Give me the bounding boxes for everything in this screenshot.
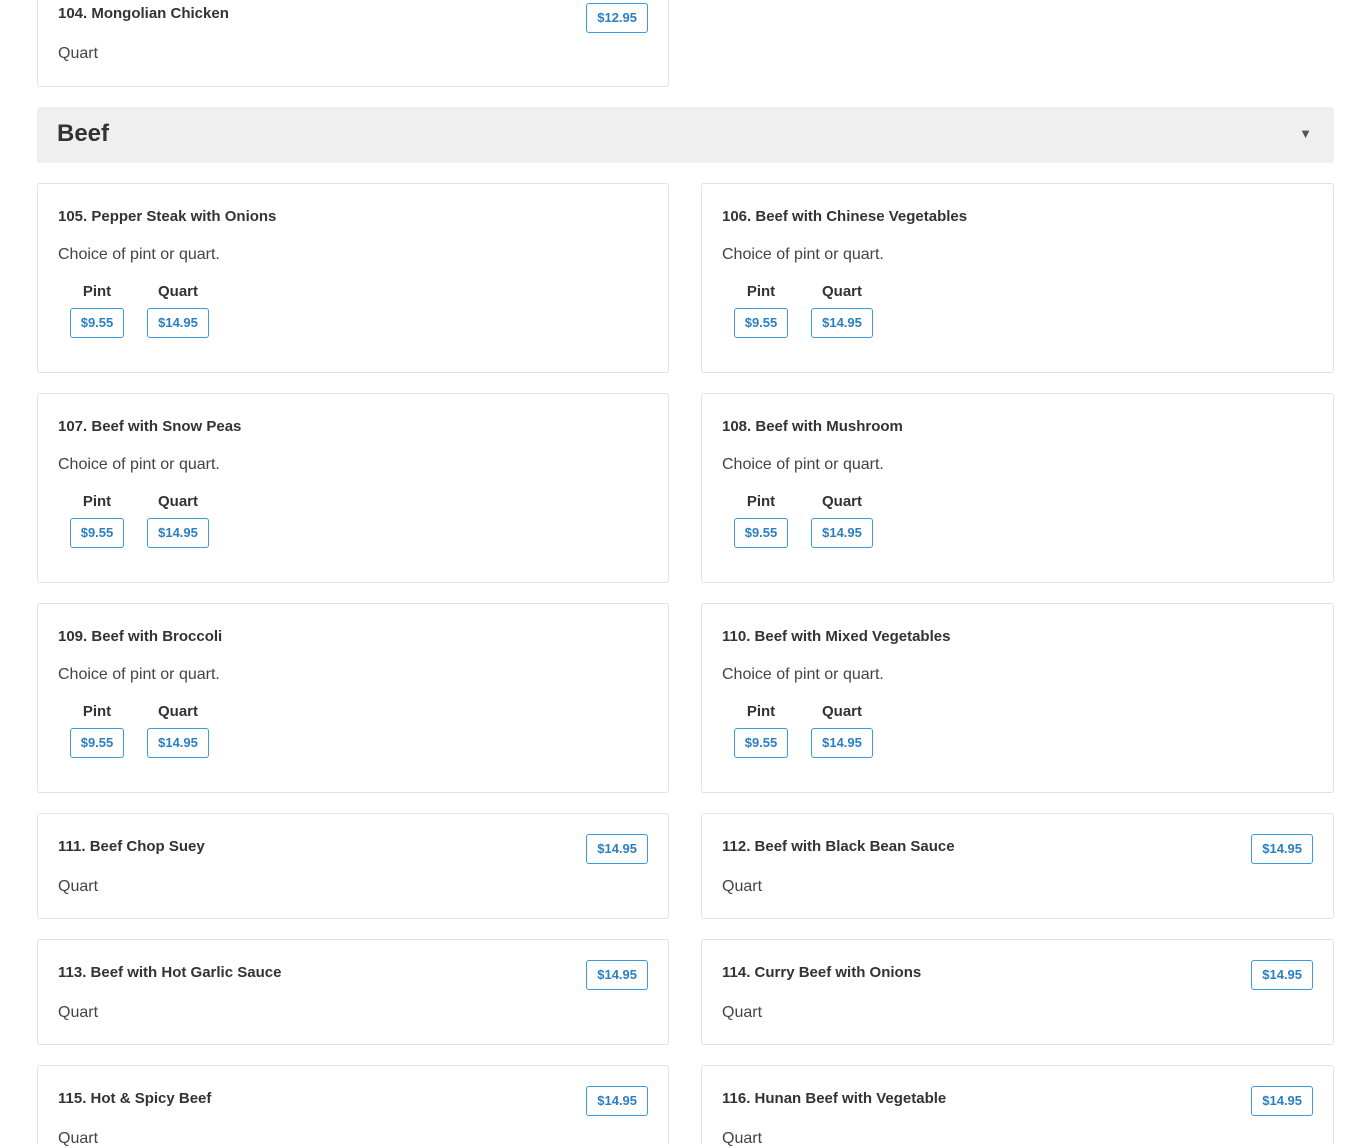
size-option-quart: Quart $14.95 <box>809 703 875 758</box>
price-button[interactable]: $14.95 <box>147 728 209 758</box>
size-option-pint: Pint $9.55 <box>68 283 126 338</box>
price-button[interactable]: $14.95 <box>147 518 209 548</box>
price-button[interactable]: $14.95 <box>1251 960 1313 990</box>
size-option-pint: Pint $9.55 <box>732 493 790 548</box>
item-title: 111. Beef Chop Suey <box>58 838 205 855</box>
size-label: Pint <box>746 493 776 510</box>
size-option-pint: Pint $9.55 <box>732 703 790 758</box>
item-description: Quart <box>722 1004 763 1021</box>
price-button[interactable]: $14.95 <box>1251 1086 1313 1116</box>
price-button[interactable]: $9.55 <box>733 728 789 758</box>
price-button[interactable]: $12.95 <box>586 3 648 33</box>
price-button[interactable]: $14.95 <box>811 518 873 548</box>
item-description: Choice of pint or quart. <box>722 246 884 263</box>
menu-item-card[interactable]: 110. Beef with Mixed Vegetables Choice o… <box>701 603 1334 793</box>
size-option-quart: Quart $14.95 <box>145 703 211 758</box>
price-button[interactable]: $9.55 <box>733 518 789 548</box>
item-description: Quart <box>58 878 99 895</box>
item-title: 105. Pepper Steak with Onions <box>58 208 277 225</box>
size-label: Quart <box>157 493 198 510</box>
menu-item-card[interactable]: 112. Beef with Black Bean Sauce Quart $1… <box>701 813 1334 919</box>
item-description: Quart <box>58 45 99 62</box>
item-description: Choice of pint or quart. <box>722 456 884 473</box>
item-title: 112. Beef with Black Bean Sauce <box>722 838 955 855</box>
menu-item-card[interactable]: 114. Curry Beef with Onions Quart $14.95 <box>701 939 1334 1045</box>
item-description: Quart <box>58 1004 99 1021</box>
size-label: Pint <box>746 703 776 720</box>
size-option-pint: Pint $9.55 <box>732 283 790 338</box>
item-description: Choice of pint or quart. <box>722 666 884 683</box>
item-title: 104. Mongolian Chicken <box>58 5 229 22</box>
menu-item-card[interactable]: 109. Beef with Broccoli Choice of pint o… <box>37 603 669 793</box>
item-title: 106. Beef with Chinese Vegetables <box>722 208 968 225</box>
size-option-quart: Quart $14.95 <box>145 283 211 338</box>
item-description: Quart <box>722 1130 763 1147</box>
size-label: Quart <box>821 703 862 720</box>
size-label: Pint <box>82 493 112 510</box>
size-label: Pint <box>82 283 112 300</box>
item-title: 110. Beef with Mixed Vegetables <box>722 628 951 645</box>
size-option-quart: Quart $14.95 <box>809 493 875 548</box>
size-option-pint: Pint $9.55 <box>68 703 126 758</box>
menu-item-card[interactable]: 104. Mongolian Chicken Quart $12.95 <box>37 0 669 87</box>
price-button[interactable]: $14.95 <box>586 834 648 864</box>
price-button[interactable]: $9.55 <box>69 518 125 548</box>
price-button[interactable]: $14.95 <box>147 308 209 338</box>
price-button[interactable]: $9.55 <box>69 728 125 758</box>
section-title: Beef <box>57 120 110 147</box>
size-label: Quart <box>157 283 198 300</box>
item-description: Choice of pint or quart. <box>58 456 220 473</box>
price-button[interactable]: $14.95 <box>586 960 648 990</box>
size-option-quart: Quart $14.95 <box>809 283 875 338</box>
price-button[interactable]: $14.95 <box>811 728 873 758</box>
menu-item-card[interactable]: 116. Hunan Beef with Vegetable Quart $14… <box>701 1065 1334 1147</box>
item-description: Choice of pint or quart. <box>58 666 220 683</box>
price-button[interactable]: $9.55 <box>733 308 789 338</box>
menu-item-card[interactable]: 106. Beef with Chinese Vegetables Choice… <box>701 183 1334 373</box>
chevron-down-icon[interactable]: ▼ <box>1299 126 1312 141</box>
price-button[interactable]: $14.95 <box>1251 834 1313 864</box>
item-title: 107. Beef with Snow Peas <box>58 418 242 435</box>
price-button[interactable]: $14.95 <box>811 308 873 338</box>
size-label: Quart <box>821 493 862 510</box>
item-description: Quart <box>722 878 763 895</box>
menu-item-card[interactable]: 108. Beef with Mushroom Choice of pint o… <box>701 393 1334 583</box>
menu-item-card[interactable]: 115. Hot & Spicy Beef Quart $14.95 <box>37 1065 669 1147</box>
size-label: Pint <box>82 703 112 720</box>
menu-item-card[interactable]: 113. Beef with Hot Garlic Sauce Quart $1… <box>37 939 669 1045</box>
size-option-quart: Quart $14.95 <box>145 493 211 548</box>
price-button[interactable]: $9.55 <box>69 308 125 338</box>
item-description: Choice of pint or quart. <box>58 246 220 263</box>
size-label: Quart <box>821 283 862 300</box>
section-header-beef[interactable]: Beef ▼ <box>37 107 1334 163</box>
item-title: 109. Beef with Broccoli <box>58 628 223 645</box>
menu-item-card[interactable]: 105. Pepper Steak with Onions Choice of … <box>37 183 669 373</box>
item-title: 115. Hot & Spicy Beef <box>58 1090 212 1107</box>
item-title: 108. Beef with Mushroom <box>722 418 903 435</box>
item-title: 116. Hunan Beef with Vegetable <box>722 1090 947 1107</box>
item-title: 113. Beef with Hot Garlic Sauce <box>58 964 282 981</box>
menu-item-card[interactable]: 111. Beef Chop Suey Quart $14.95 <box>37 813 669 919</box>
item-description: Quart <box>58 1130 99 1147</box>
size-label: Quart <box>157 703 198 720</box>
size-option-pint: Pint $9.55 <box>68 493 126 548</box>
item-title: 114. Curry Beef with Onions <box>722 964 922 981</box>
price-button[interactable]: $14.95 <box>586 1086 648 1116</box>
menu-item-card[interactable]: 107. Beef with Snow Peas Choice of pint … <box>37 393 669 583</box>
size-label: Pint <box>746 283 776 300</box>
